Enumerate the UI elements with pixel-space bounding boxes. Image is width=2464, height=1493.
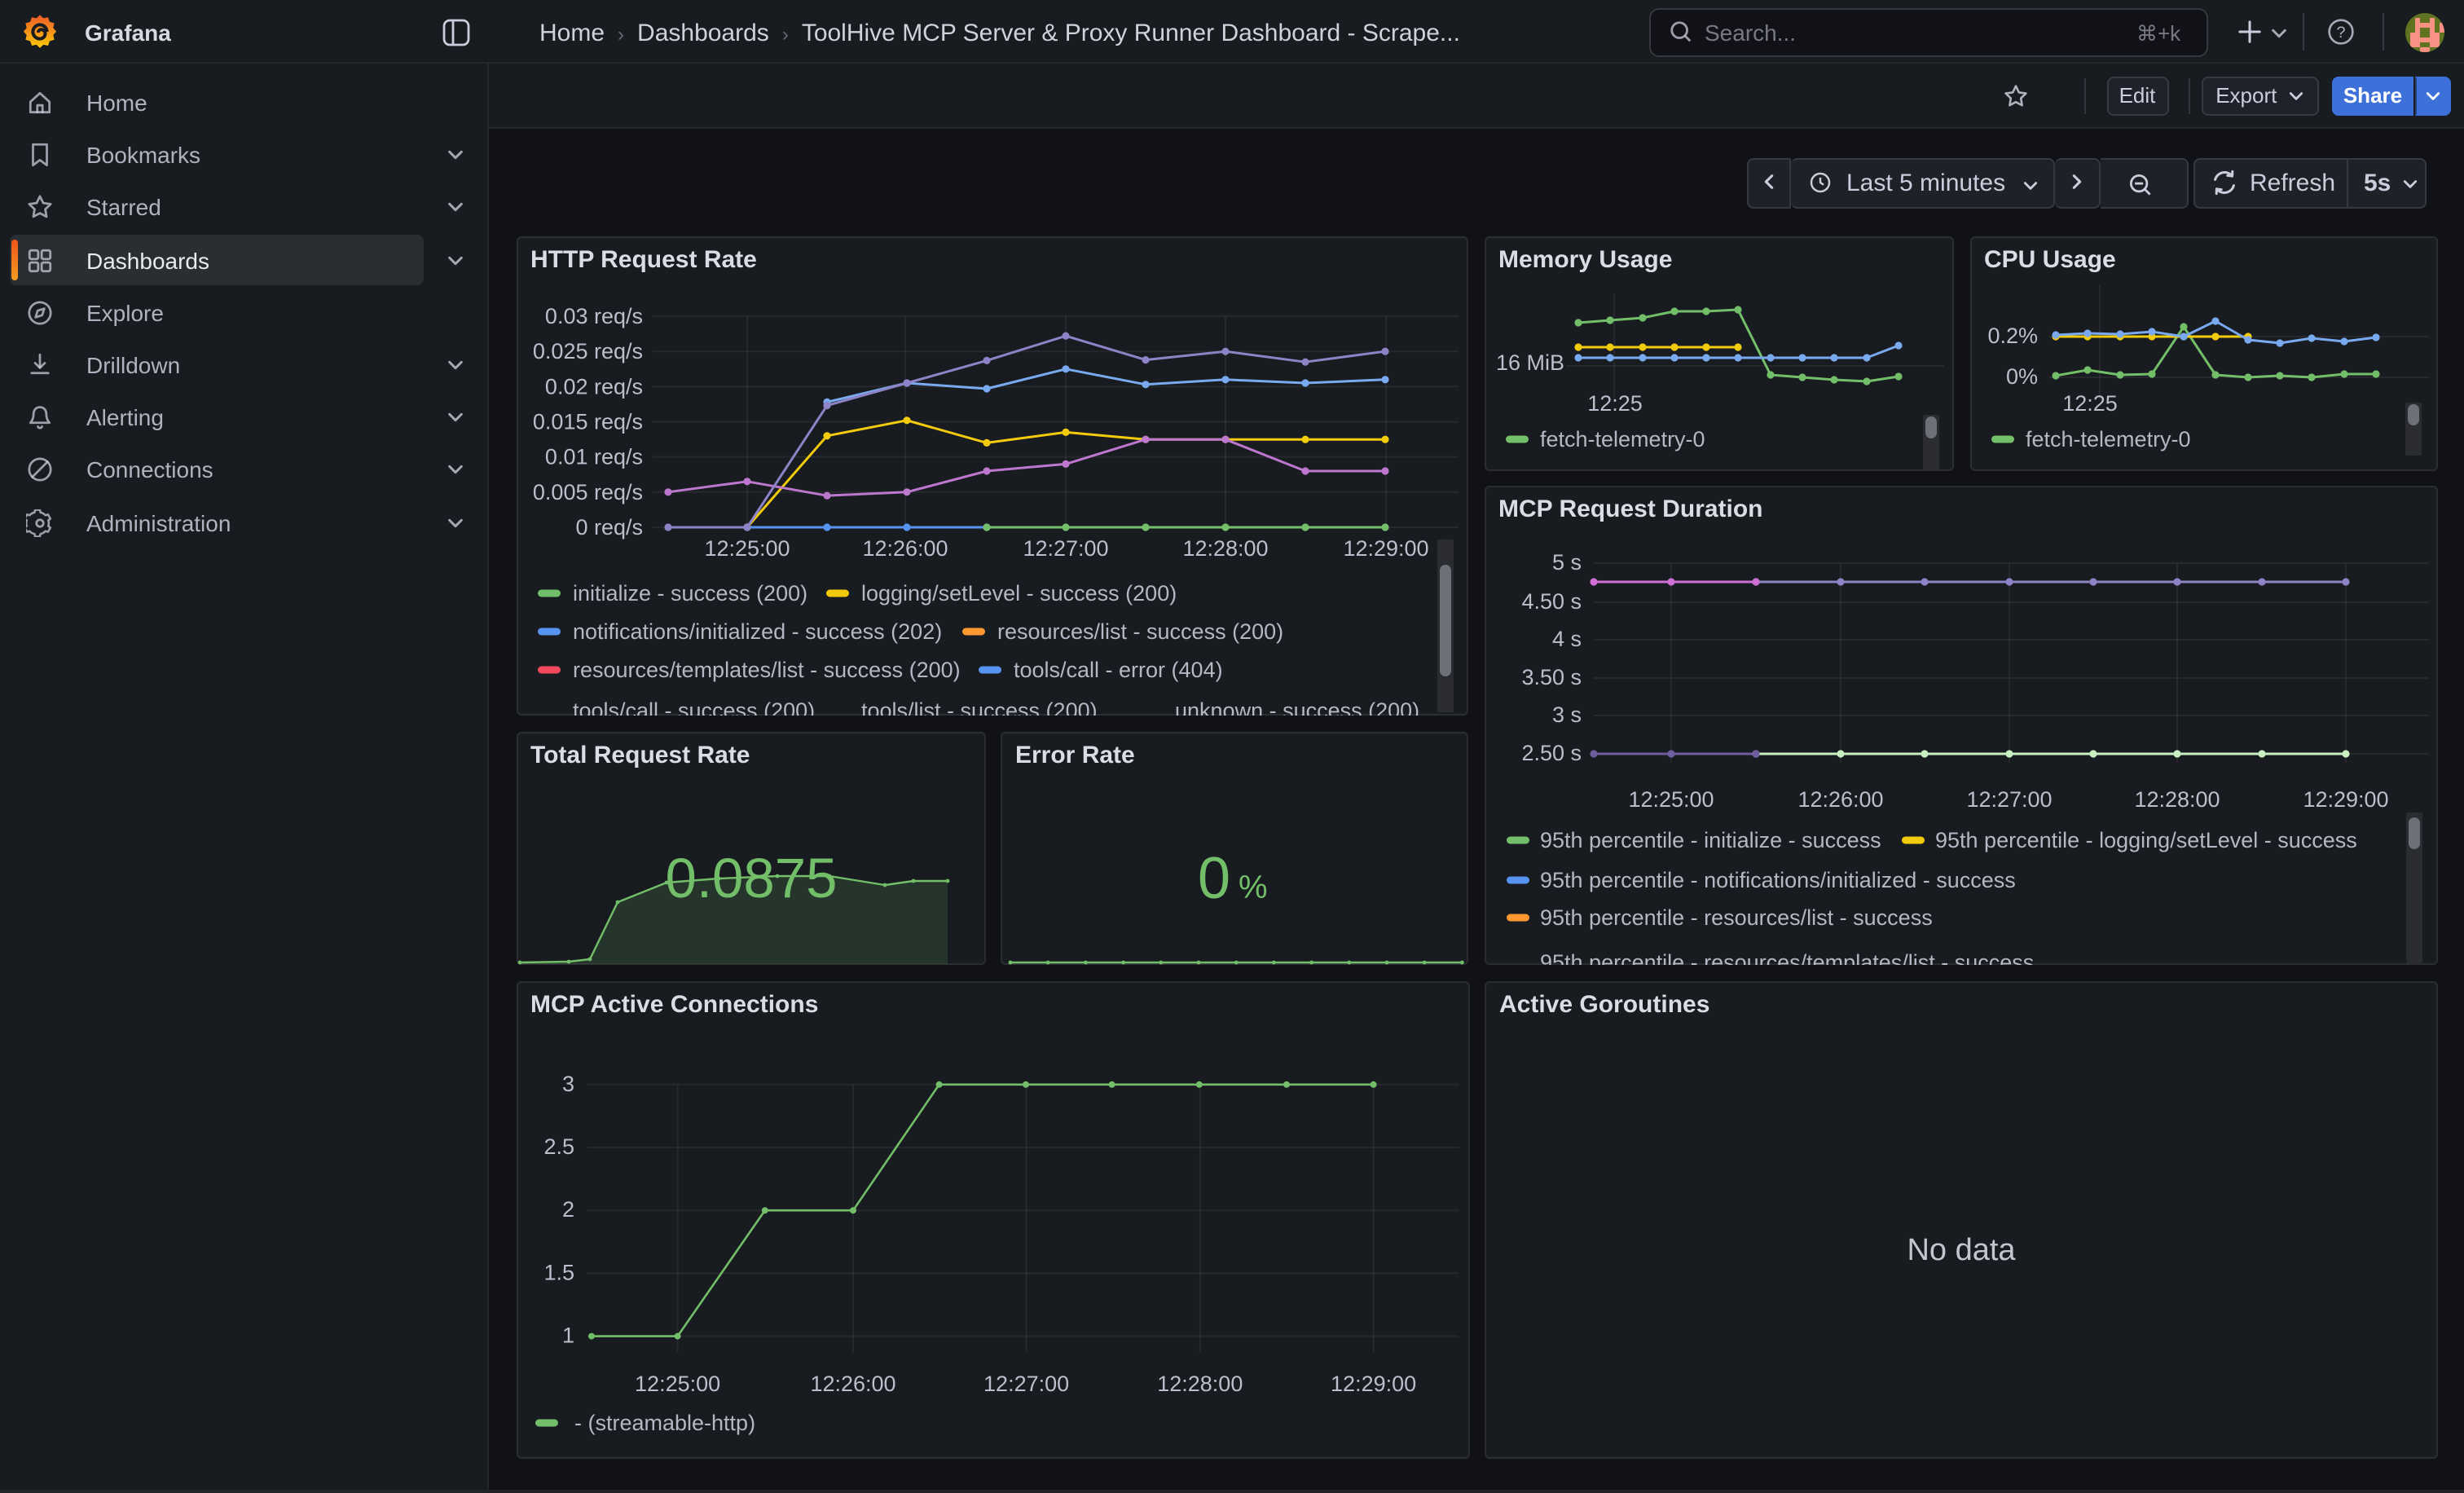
svg-text:12:29:00: 12:29:00 xyxy=(1342,535,1428,560)
svg-text:0%: 0% xyxy=(2005,363,2037,388)
svg-text:0.025 req/s: 0.025 req/s xyxy=(532,338,642,363)
svg-text:95th percentile - initialize -: 95th percentile - initialize - success xyxy=(1539,827,1881,852)
svg-text:12:25: 12:25 xyxy=(1586,390,1642,415)
svg-text:95th percentile - logging/setL: 95th percentile - logging/setLevel - suc… xyxy=(1934,827,2356,852)
svg-text:2.5: 2.5 xyxy=(543,1134,574,1158)
svg-text:12:25:00: 12:25:00 xyxy=(703,535,789,560)
svg-text:12:28:00: 12:28:00 xyxy=(2133,786,2219,811)
svg-text:4 s: 4 s xyxy=(1551,626,1581,650)
svg-text:initialize - success (200): initialize - success (200) xyxy=(572,580,807,605)
svg-text:fetch-telemetry-0: fetch-telemetry-0 xyxy=(1539,426,1705,451)
svg-text:tools/list - success (200): tools/list - success (200) xyxy=(860,698,1097,715)
svg-text:1: 1 xyxy=(561,1323,574,1347)
svg-text:0.03 req/s: 0.03 req/s xyxy=(544,303,642,328)
svg-text:1.5: 1.5 xyxy=(543,1259,574,1284)
svg-text:resources/list - success (200): resources/list - success (200) xyxy=(997,619,1283,643)
svg-text:?: ? xyxy=(2336,24,2345,42)
svg-text:12:25: 12:25 xyxy=(2061,390,2117,415)
svg-text:No data: No data xyxy=(1907,1232,2016,1266)
svg-text:tools/call - error (404): tools/call - error (404) xyxy=(1013,657,1222,681)
svg-text:3: 3 xyxy=(561,1071,574,1095)
svg-text:95th percentile - notification: 95th percentile - notifications/initiali… xyxy=(1539,867,2015,892)
svg-text:12:29:00: 12:29:00 xyxy=(1330,1371,1415,1395)
svg-text:0: 0 xyxy=(1198,846,1230,911)
svg-text:0.0875: 0.0875 xyxy=(664,847,836,909)
svg-text:12:25:00: 12:25:00 xyxy=(1627,786,1713,811)
svg-text:12:26:00: 12:26:00 xyxy=(809,1371,895,1395)
svg-text:2.50 s: 2.50 s xyxy=(1520,740,1581,764)
svg-text:0.01 req/s: 0.01 req/s xyxy=(544,444,642,469)
svg-text:logging/setLevel - success (20: logging/setLevel - success (200) xyxy=(860,580,1176,605)
svg-text:16 MiB: 16 MiB xyxy=(1495,350,1564,374)
svg-text:12:29:00: 12:29:00 xyxy=(2302,786,2387,811)
svg-text:12:27:00: 12:27:00 xyxy=(1965,786,2051,811)
svg-text:2: 2 xyxy=(561,1196,574,1221)
svg-text:12:26:00: 12:26:00 xyxy=(861,535,947,560)
svg-text:12:25:00: 12:25:00 xyxy=(634,1371,719,1395)
svg-text:0.02 req/s: 0.02 req/s xyxy=(544,373,642,398)
svg-text:fetch-telemetry-0: fetch-telemetry-0 xyxy=(2025,426,2190,451)
svg-text:4.50 s: 4.50 s xyxy=(1520,588,1581,613)
svg-text:12:28:00: 12:28:00 xyxy=(1156,1371,1242,1395)
svg-text:0.2%: 0.2% xyxy=(1987,323,2037,347)
svg-text:95th percentile - resources/te: 95th percentile - resources/templates/li… xyxy=(1539,949,2033,965)
svg-text:0.015 req/s: 0.015 req/s xyxy=(532,409,642,434)
svg-text:12:28:00: 12:28:00 xyxy=(1181,535,1267,560)
svg-text:12:27:00: 12:27:00 xyxy=(983,1371,1068,1395)
svg-text:0 req/s: 0 req/s xyxy=(574,514,642,539)
svg-text:12:27:00: 12:27:00 xyxy=(1022,535,1107,560)
svg-text:3.50 s: 3.50 s xyxy=(1520,664,1581,689)
svg-text:3 s: 3 s xyxy=(1551,702,1581,726)
svg-text:0.005 req/s: 0.005 req/s xyxy=(532,479,642,504)
svg-text:95th percentile - resources/li: 95th percentile - resources/list - succe… xyxy=(1539,905,1932,929)
svg-text:tools/call - success (200): tools/call - success (200) xyxy=(572,698,814,715)
svg-text:resources/templates/list - suc: resources/templates/list - success (200) xyxy=(572,657,960,681)
svg-text:notifications/initialized - su: notifications/initialized - success (202… xyxy=(572,619,941,643)
svg-text:- (streamable-http): - (streamable-http) xyxy=(574,1410,755,1434)
svg-text:12:26:00: 12:26:00 xyxy=(1797,786,1882,811)
svg-text:unknown - success (200): unknown - success (200) xyxy=(1174,698,1419,715)
svg-text:5 s: 5 s xyxy=(1551,549,1581,574)
svg-text:%: % xyxy=(1239,870,1268,905)
